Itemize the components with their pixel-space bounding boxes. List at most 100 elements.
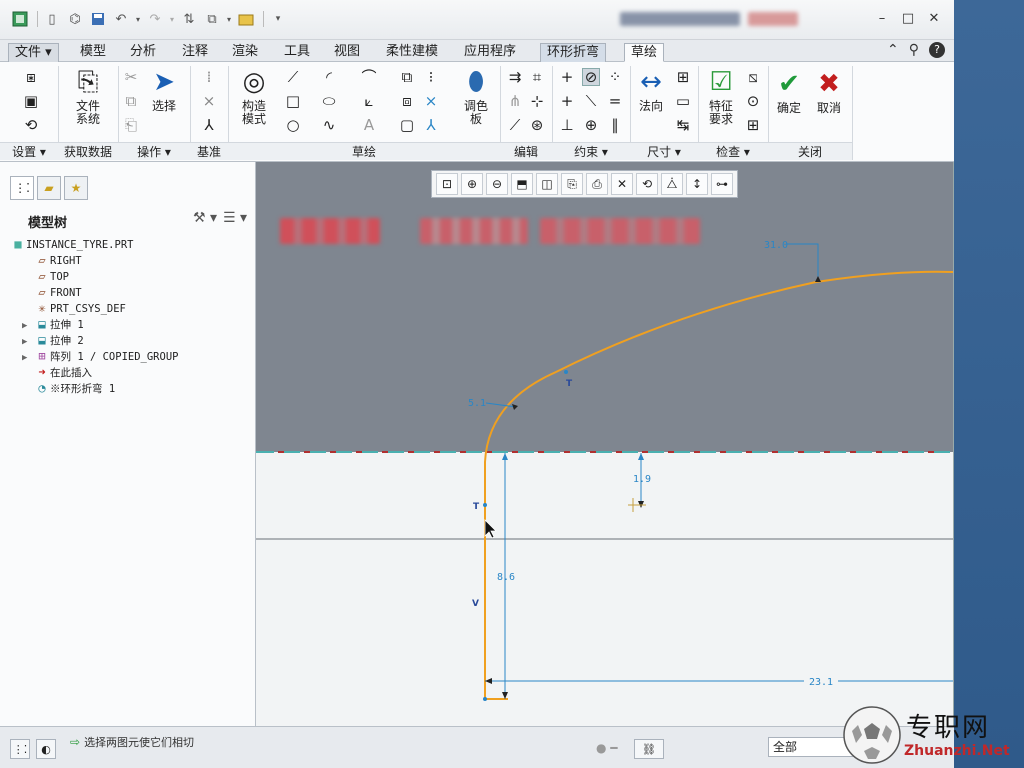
select-button[interactable]: ➤ 选择 bbox=[146, 66, 182, 113]
sketch-canvas[interactable]: 31.0 5.1 1.9 8.6 23.1 T T V bbox=[256, 162, 953, 726]
line-icon[interactable]: ⟋ bbox=[284, 68, 302, 86]
tree-item[interactable]: ▱ TOP bbox=[10, 268, 250, 284]
project-icon[interactable]: ▢ bbox=[398, 116, 416, 134]
group-inspect[interactable]: 检查 ▾ bbox=[698, 142, 768, 160]
tree-settings-icon[interactable]: ⚒ ▾ bbox=[193, 210, 217, 226]
tab-toroidal-bend[interactable]: 环形折弯 bbox=[540, 43, 607, 62]
vertex[interactable] bbox=[483, 503, 487, 507]
sketch-view-icon[interactable]: ⎙ bbox=[586, 173, 608, 195]
collapse-ribbon-icon[interactable]: ⌃ bbox=[887, 42, 899, 58]
datum-csys-icon[interactable]: ⅄ bbox=[200, 116, 218, 134]
display-style-icon[interactable]: ◫ bbox=[536, 173, 558, 195]
close-window-icon[interactable] bbox=[236, 9, 256, 29]
help-icon[interactable]: ? bbox=[929, 42, 945, 58]
tree-item[interactable]: ✳ PRT_CSYS_DEF bbox=[10, 300, 250, 316]
redo-icon[interactable]: ↷ bbox=[145, 9, 165, 29]
perpendicular-constraint-icon[interactable]: ⊥ bbox=[558, 116, 576, 134]
folder-browser-tab-icon[interactable]: ▰ bbox=[37, 176, 61, 200]
references-icon[interactable]: ▣ bbox=[22, 92, 40, 110]
spin-center-icon[interactable]: ⧊ bbox=[661, 173, 683, 195]
chamfer-icon[interactable]: ⟀ bbox=[360, 92, 378, 110]
zoom-in-icon[interactable]: ⊕ bbox=[461, 173, 483, 195]
refit-icon[interactable]: ⊡ bbox=[436, 173, 458, 195]
parallel-constraint-icon[interactable]: ∥ bbox=[606, 116, 624, 134]
group-constraints[interactable]: 约束 ▾ bbox=[552, 142, 630, 160]
tree-item[interactable]: ➜ 在此插入 bbox=[10, 364, 250, 380]
mirror-icon[interactable]: ⋔ bbox=[506, 92, 524, 110]
tab-analysis[interactable]: 分析 bbox=[124, 43, 162, 62]
app-icon[interactable] bbox=[10, 9, 30, 29]
baseline-icon[interactable]: ▭ bbox=[674, 92, 692, 110]
model-tree-tab-icon[interactable]: ⋮⁚ bbox=[10, 176, 34, 200]
fillet-icon[interactable]: ⌒ bbox=[360, 68, 378, 86]
text-icon[interactable]: A bbox=[360, 116, 378, 134]
spline-icon[interactable]: ∿ bbox=[320, 116, 338, 134]
overlapping-geometry-icon[interactable]: ⧅ bbox=[744, 68, 762, 86]
tangent-constraint-icon[interactable]: ⊘ bbox=[582, 68, 600, 86]
rectangle-icon[interactable]: □ bbox=[284, 92, 302, 110]
tab-annotate[interactable]: 注释 bbox=[176, 43, 214, 62]
close-button[interactable]: ✕ bbox=[924, 11, 944, 26]
equal-constraint-icon[interactable]: = bbox=[606, 92, 624, 110]
cut-icon[interactable]: ✂ bbox=[122, 68, 140, 86]
coincident-constraint-icon[interactable]: ⊕ bbox=[582, 116, 600, 134]
tree-item[interactable]: ■ INSTANCE_TYRE.PRT bbox=[10, 236, 250, 252]
tree-item[interactable]: ▱ FRONT bbox=[10, 284, 250, 300]
highlight-open-ends-icon[interactable]: ⊙ bbox=[744, 92, 762, 110]
sketch-view-icon[interactable]: ⟲ bbox=[22, 116, 40, 134]
dim-31-label[interactable]: 31.0 bbox=[764, 240, 788, 251]
dim-23-1-label[interactable]: 23.1 bbox=[809, 677, 833, 688]
smart-select-icon[interactable]: ⛓ bbox=[634, 739, 664, 759]
circle-icon[interactable]: ○ bbox=[284, 116, 302, 134]
repaint-icon[interactable]: ⬒ bbox=[511, 173, 533, 195]
ellipse-icon[interactable]: ⬭ bbox=[320, 92, 338, 110]
tree-item[interactable]: ◔ ※环形折弯 1 bbox=[10, 380, 250, 396]
dim-5-1-label[interactable]: 5.1 bbox=[468, 398, 486, 409]
sketcher-display-icon[interactable]: ↕ bbox=[686, 173, 708, 195]
perimeter-icon[interactable]: ⊞ bbox=[674, 68, 692, 86]
new-icon[interactable]: ▯ bbox=[42, 9, 62, 29]
vertex[interactable] bbox=[564, 370, 568, 374]
open-icon[interactable]: ⌬ bbox=[65, 9, 85, 29]
graphics-area[interactable]: 31.0 5.1 1.9 8.6 23.1 T T V ⊡ ⊕ ⊖ ⬒ ◫ ⎘ … bbox=[256, 162, 953, 726]
annotation-display-icon[interactable]: ⟲ bbox=[636, 173, 658, 195]
ok-button[interactable]: ✔ 确定 bbox=[772, 68, 806, 115]
customize-toolbar-icon[interactable]: ▾ bbox=[268, 9, 288, 29]
delete-segment-icon[interactable]: ⌗ bbox=[528, 68, 546, 86]
group-operations[interactable]: 操作 ▾ bbox=[118, 142, 190, 160]
horizontal-constraint-icon[interactable]: + bbox=[558, 92, 576, 110]
navigator-toggle-icon[interactable]: ⋮⁚ bbox=[10, 739, 30, 759]
undo-dropdown-icon[interactable]: ▾ bbox=[134, 9, 142, 29]
browser-toggle-icon[interactable]: ◐ bbox=[36, 739, 56, 759]
undo-icon[interactable]: ↶ bbox=[111, 9, 131, 29]
zoom-out-icon[interactable]: ⊖ bbox=[486, 173, 508, 195]
group-dimension[interactable]: 尺寸 ▾ bbox=[630, 142, 698, 160]
construction-mode-button[interactable]: ◎ 构造 模式 bbox=[234, 66, 274, 126]
datum-point-icon[interactable]: × bbox=[200, 92, 218, 110]
offset-icon[interactable]: ⧉ bbox=[398, 68, 416, 86]
tree-item[interactable]: ▱ RIGHT bbox=[10, 252, 250, 268]
midpoint-constraint-icon[interactable]: ⟍ bbox=[582, 92, 600, 110]
tree-columns-icon[interactable]: ☰ ▾ bbox=[223, 210, 247, 226]
redo-dropdown-icon[interactable]: ▾ bbox=[168, 9, 176, 29]
corner-icon[interactable]: ⊹ bbox=[528, 92, 546, 110]
vertical-constraint-icon[interactable]: + bbox=[558, 68, 576, 86]
datum-centerline-icon[interactable]: ⁞ bbox=[200, 68, 218, 86]
normal-dimension-button[interactable]: ↔ 法向 bbox=[634, 66, 668, 113]
dim-1-9-label[interactable]: 1.9 bbox=[633, 474, 651, 485]
tree-item[interactable]: ▶ ⊞ 阵列 1 / COPIED_GROUP bbox=[10, 348, 250, 364]
reference-dimension-icon[interactable]: ↹ bbox=[674, 116, 692, 134]
rotate-resize-icon[interactable]: ⊛ bbox=[528, 116, 546, 134]
arc-icon[interactable]: ◜ bbox=[320, 68, 338, 86]
point-icon[interactable]: × bbox=[422, 92, 440, 110]
save-icon[interactable] bbox=[88, 9, 108, 29]
file-system-button[interactable]: ⎘ 文件 系统 bbox=[66, 66, 110, 126]
shade-closed-loops-icon[interactable]: ⊞ bbox=[744, 116, 762, 134]
tab-view[interactable]: 视图 bbox=[328, 43, 366, 62]
csys-sketch-icon[interactable]: ⅄ bbox=[422, 116, 440, 134]
minimize-button[interactable]: – bbox=[872, 11, 892, 26]
group-settings[interactable]: 设置 ▾ bbox=[0, 142, 58, 160]
tab-model[interactable]: 模型 bbox=[74, 43, 112, 62]
search-icon[interactable]: ⚲ bbox=[909, 42, 919, 58]
favorites-tab-icon[interactable]: ★ bbox=[64, 176, 88, 200]
